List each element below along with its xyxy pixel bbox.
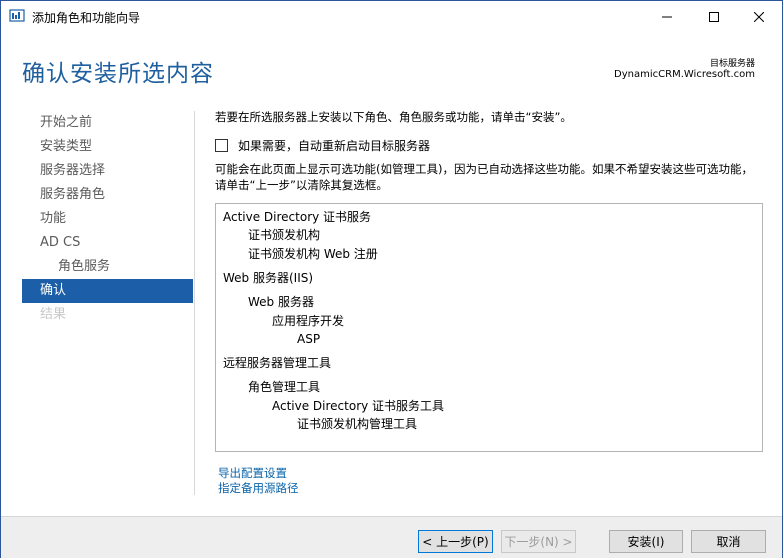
server-manager-icon (9, 9, 25, 23)
nav-item-installation-type[interactable]: 安装类型 (22, 135, 193, 159)
close-icon (754, 11, 764, 22)
nav-divider (194, 111, 195, 495)
target-server-label: 目标服务器 (709, 59, 755, 69)
list-item: 证书颁发机构管理工具 (297, 417, 418, 432)
minimize-button[interactable] (644, 1, 690, 32)
previous-button[interactable]: < 上一步(P) (418, 530, 493, 553)
wizard-footer: < 上一步(P) 下一步(N) > 安装(I) 取消 (1, 516, 782, 558)
minimize-icon (662, 16, 672, 17)
list-item: Active Directory 证书服务工具 (272, 398, 445, 413)
target-server-name: DynamicCRM.Wicresoft.com (614, 69, 755, 80)
nav-item-ad-cs[interactable]: AD CS (22, 231, 193, 255)
close-button[interactable] (736, 1, 782, 32)
list-item: ASP (297, 331, 321, 346)
maximize-button[interactable] (691, 1, 737, 32)
cancel-button[interactable]: 取消 (691, 530, 766, 553)
list-item: 远程服务器管理工具 (223, 356, 332, 371)
selection-list[interactable]: Active Directory 证书服务 证书颁发机构 证书颁发机构 Web … (215, 203, 763, 452)
alternate-source-link[interactable]: 指定备用源路径 (218, 481, 299, 496)
list-item: 证书颁发机构 (248, 228, 321, 243)
next-button: 下一步(N) > (501, 530, 576, 553)
restart-label[interactable]: 如果需要，自动重新启动目标服务器 (238, 137, 430, 154)
title-bar[interactable]: 添加角色和功能向导 (1, 1, 782, 32)
nav-item-confirmation[interactable]: 确认 (22, 279, 193, 303)
export-config-link[interactable]: 导出配置设置 (218, 466, 299, 481)
nav-item-features[interactable]: 功能 (22, 207, 193, 231)
nav-item-server-selection[interactable]: 服务器选择 (22, 159, 193, 183)
restart-option[interactable]: 如果需要，自动重新启动目标服务器 (215, 137, 430, 153)
nav-item-results: 结果 (40, 307, 67, 322)
page-title: 确认安装所选内容 (22, 61, 214, 87)
wizard-header: 确认安装所选内容 目标服务器 DynamicCRM.Wicresoft.com (1, 32, 782, 100)
nav-item-role-services[interactable]: 角色服务 (22, 255, 193, 279)
optional-features-notice: 可能会在此页面上显示可选功能(如管理工具)，因为已自动选择这些功能。如果不希望安… (215, 162, 753, 192)
restart-checkbox[interactable] (215, 138, 228, 152)
install-button[interactable]: 安装(I) (609, 530, 683, 553)
maximize-icon (709, 11, 719, 22)
nav-item-before-you-begin[interactable]: 开始之前 (22, 111, 193, 135)
list-item: Web 服务器(IIS) (223, 271, 314, 286)
list-item: 应用程序开发 (272, 313, 345, 328)
nav-item-server-roles[interactable]: 服务器角色 (22, 183, 193, 207)
window-title: 添加角色和功能向导 (32, 11, 141, 25)
intro-text: 若要在所选服务器上安装以下角色、角色服务或功能，请单击“安装”。 (215, 110, 572, 124)
wizard-nav: 开始之前 安装类型 服务器选择 服务器角色 功能 AD CS 角色服务 确认 结… (22, 111, 193, 327)
list-item: 证书颁发机构 Web 注册 (248, 246, 378, 261)
list-item: 角色管理工具 (248, 380, 321, 395)
list-item: Active Directory 证书服务 (223, 210, 372, 224)
list-item: Web 服务器 (248, 295, 314, 310)
config-links: 导出配置设置 指定备用源路径 (218, 466, 299, 496)
wizard-window: 添加角色和功能向导 确认安装所选内容 目标服务器 DynamicCRM.Wicr… (0, 0, 783, 558)
